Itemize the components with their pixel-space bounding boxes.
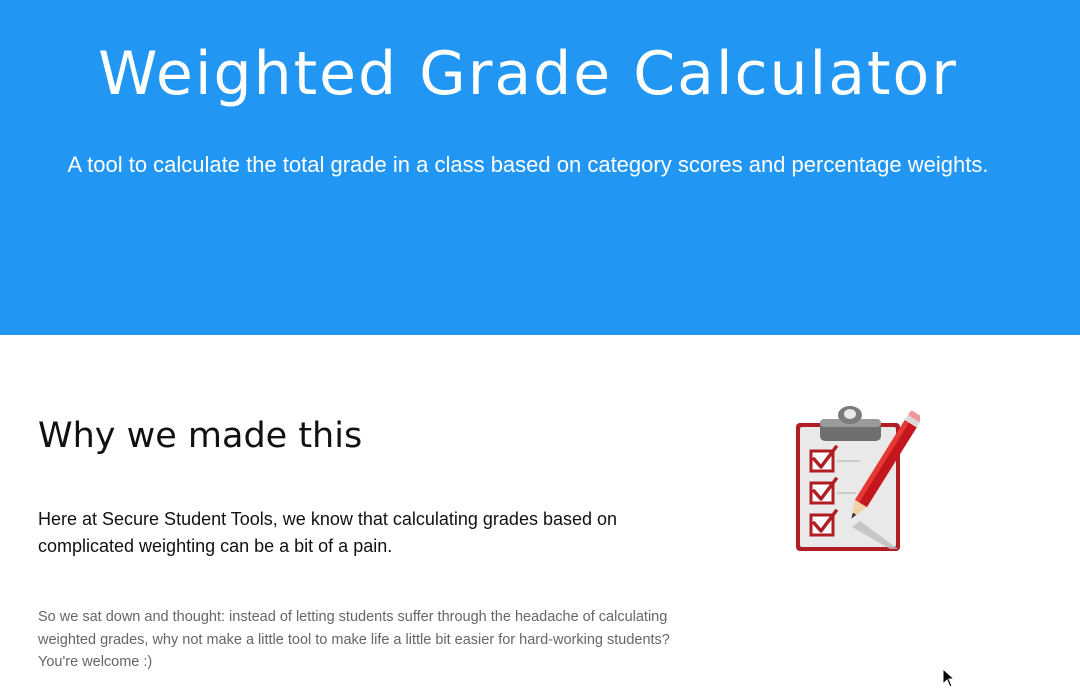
hero-banner: Weighted Grade Calculator A tool to calc… — [0, 0, 1080, 335]
clipboard-checklist-icon — [796, 406, 920, 551]
body-line: You're welcome :) — [38, 654, 153, 670]
lead-paragraph: Here at Secure Student Tools, we know th… — [38, 509, 618, 556]
section-heading: Why we made this — [38, 416, 363, 456]
mouse-cursor-icon — [942, 668, 956, 688]
body-line: weighted grades, why not make a little t… — [38, 631, 670, 648]
page-title: Weighted Grade Calculator — [98, 39, 958, 109]
page-subtitle: A tool to calculate the total grade in a… — [67, 152, 989, 177]
body-paragraph: So we sat down and thought: instead of l… — [38, 606, 698, 674]
body-line: So we sat down and thought: instead of l… — [38, 609, 668, 625]
